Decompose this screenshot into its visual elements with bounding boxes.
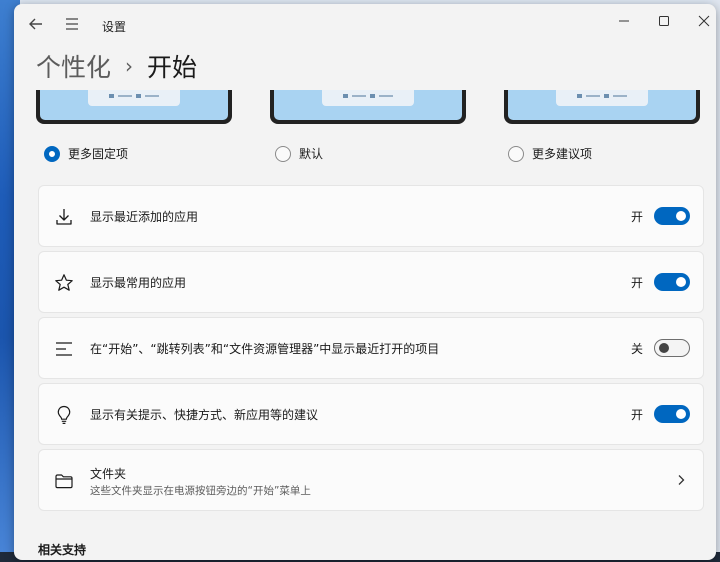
radio-label: 更多固定项 bbox=[68, 147, 129, 161]
setting-label: 显示最近添加的应用 bbox=[90, 210, 199, 224]
preview-screen bbox=[274, 90, 462, 120]
hamburger-menu-icon[interactable] bbox=[62, 14, 82, 34]
related-support-heading: 相关支持 bbox=[38, 543, 87, 557]
toggle-switch[interactable] bbox=[654, 405, 690, 423]
maximize-icon bbox=[659, 16, 669, 26]
preview-start-menu bbox=[556, 90, 648, 106]
toggle-state-text: 开 bbox=[631, 276, 644, 290]
toggle-knob bbox=[676, 409, 686, 419]
toggle-switch[interactable] bbox=[654, 207, 690, 225]
title-bar: 设置 bbox=[14, 4, 716, 44]
setting-label: 显示最常用的应用 bbox=[90, 276, 187, 290]
radio-unselected-icon[interactable] bbox=[508, 145, 524, 162]
close-button[interactable] bbox=[690, 10, 716, 32]
toggle-knob bbox=[676, 277, 686, 287]
folders-title: 文件夹 bbox=[90, 467, 127, 481]
breadcrumb-parent-link[interactable]: 个性化 bbox=[36, 48, 111, 84]
setting-label: 显示有关提示、快捷方式、新应用等的建议 bbox=[90, 408, 319, 422]
breadcrumb: 个性化 › 开始 bbox=[36, 46, 197, 86]
radio-label: 更多建议项 bbox=[532, 147, 593, 161]
preview-items bbox=[109, 94, 159, 98]
setting-recent-items: 在“开始”、“跳转列表”和“文件资源管理器”中显示最近打开的项目 关 bbox=[38, 317, 704, 379]
preview-items bbox=[577, 94, 627, 98]
toggle-knob bbox=[659, 343, 669, 353]
lightbulb-icon bbox=[53, 404, 75, 426]
radio-option-more-recommendations[interactable]: 更多建议项 bbox=[508, 145, 592, 162]
minimize-button[interactable] bbox=[610, 10, 638, 32]
star-icon bbox=[53, 272, 75, 294]
minimize-icon bbox=[619, 20, 629, 22]
radio-selected-icon[interactable] bbox=[44, 145, 60, 162]
preview-items bbox=[343, 94, 393, 98]
layout-preview-default[interactable] bbox=[270, 90, 466, 124]
radio-label: 默认 bbox=[299, 147, 324, 161]
preview-screen bbox=[508, 90, 696, 120]
page-title: 开始 bbox=[147, 53, 198, 82]
radio-option-default[interactable]: 默认 bbox=[275, 145, 323, 162]
setting-tips-suggestions: 显示有关提示、快捷方式、新应用等的建议 开 bbox=[38, 383, 704, 445]
radio-option-more-pins[interactable]: 更多固定项 bbox=[44, 145, 128, 162]
folders-subtitle: 这些文件夹显示在电源按钮旁边的“开始”菜单上 bbox=[90, 485, 311, 497]
download-icon bbox=[53, 206, 75, 228]
back-arrow-icon[interactable] bbox=[26, 14, 46, 34]
setting-label: 在“开始”、“跳转列表”和“文件资源管理器”中显示最近打开的项目 bbox=[90, 342, 440, 356]
preview-start-menu bbox=[322, 90, 414, 106]
settings-window: 设置 个性化 › 开始 更多固定项 默认 更多建议项 显示最近添加的应用 开 显… bbox=[14, 4, 716, 560]
toggle-state-text: 开 bbox=[631, 210, 644, 224]
maximize-button[interactable] bbox=[650, 10, 678, 32]
setting-most-used-apps: 显示最常用的应用 开 bbox=[38, 251, 704, 313]
setting-recently-added-apps: 显示最近添加的应用 开 bbox=[38, 185, 704, 247]
chevron-right-icon[interactable] bbox=[673, 472, 689, 488]
breadcrumb-separator: › bbox=[125, 54, 134, 78]
toggle-state-text: 关 bbox=[631, 342, 644, 356]
folder-icon bbox=[53, 470, 75, 492]
layout-preview-more-recommendations[interactable] bbox=[504, 90, 700, 124]
radio-unselected-icon[interactable] bbox=[275, 145, 291, 162]
toggle-state-text: 开 bbox=[631, 408, 644, 422]
toggle-knob bbox=[676, 211, 686, 221]
layout-preview-more-pins[interactable] bbox=[36, 90, 232, 124]
preview-start-menu bbox=[88, 90, 180, 106]
toggle-switch[interactable] bbox=[654, 273, 690, 291]
setting-folders[interactable]: 文件夹 这些文件夹显示在电源按钮旁边的“开始”菜单上 bbox=[38, 449, 704, 511]
toggle-switch[interactable] bbox=[654, 339, 690, 357]
list-icon bbox=[53, 338, 75, 360]
preview-screen bbox=[40, 90, 228, 120]
close-icon bbox=[698, 15, 710, 27]
app-title: 设置 bbox=[102, 20, 127, 34]
